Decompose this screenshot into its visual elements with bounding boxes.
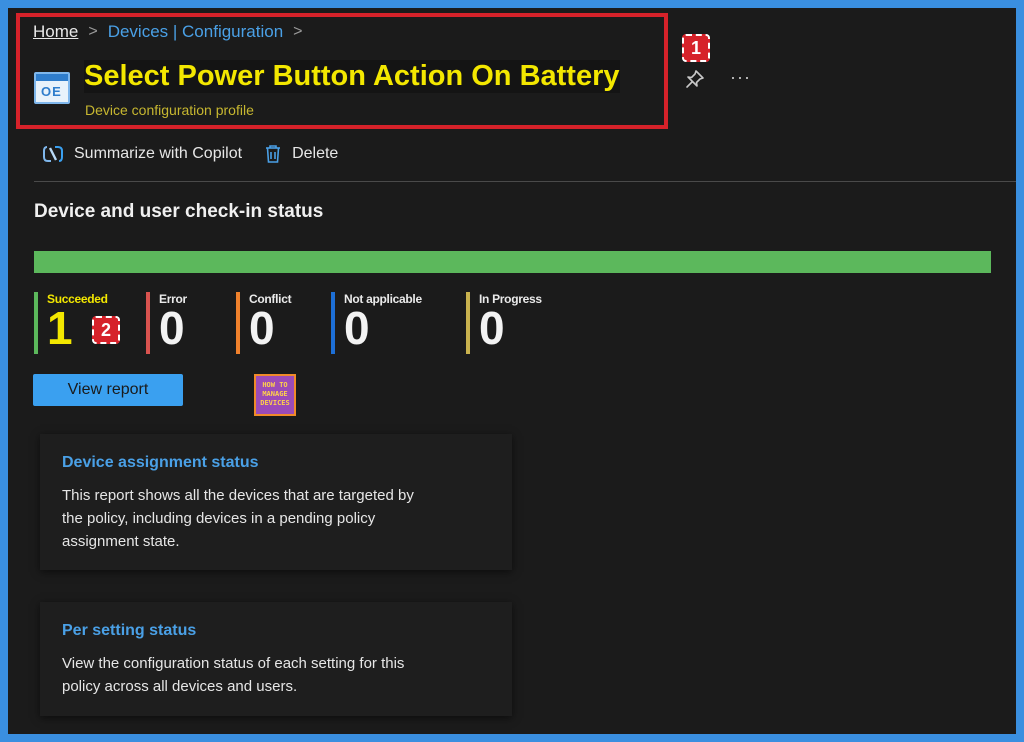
checkin-status-progress-fill — [34, 251, 991, 273]
breadcrumb: Home > Devices | Configuration > — [33, 22, 313, 42]
per-setting-status-card[interactable]: Per setting status View the configuratio… — [40, 602, 512, 716]
page-title: Select Power Button Action On Battery — [84, 60, 620, 93]
stat-count: 0 — [344, 302, 370, 354]
pin-icon[interactable] — [684, 68, 706, 90]
view-report-button[interactable]: View report — [33, 374, 183, 406]
card-title[interactable]: Device assignment status — [62, 454, 490, 472]
breadcrumb-devices-configuration-link[interactable]: Devices | Configuration — [108, 22, 283, 42]
card-description: View the configuration status of each se… — [62, 655, 405, 695]
annotation-badge-2: 2 — [92, 316, 120, 344]
toolbar-divider — [34, 181, 1016, 182]
stat-count: 0 — [249, 302, 275, 354]
checkin-status-heading: Device and user check-in status — [34, 201, 324, 222]
configuration-profile-pane: Home > Devices | Configuration > OE Sele… — [8, 8, 1016, 734]
card-title[interactable]: Per setting status — [62, 622, 490, 640]
configuration-profile-icon: OE — [34, 72, 70, 104]
summarize-with-copilot-button[interactable]: Summarize with Copilot — [42, 144, 242, 164]
stat-count: 0 — [479, 302, 505, 354]
breadcrumb-separator: > — [293, 23, 303, 40]
page-subtitle: Device configuration profile — [85, 102, 254, 118]
delete-button[interactable]: Delete — [264, 144, 338, 164]
device-assignment-status-card[interactable]: Device assignment status This report sho… — [40, 434, 512, 570]
more-options-icon[interactable]: ··· — [730, 67, 751, 88]
stat-conflict[interactable]: Conflict 0 — [236, 292, 292, 354]
breadcrumb-home-link[interactable]: Home — [33, 22, 78, 42]
annotation-badge-1: 1 — [682, 34, 710, 62]
delete-label: Delete — [292, 145, 339, 162]
stat-error[interactable]: Error 0 — [146, 292, 187, 354]
stat-not-applicable[interactable]: Not applicable 0 — [331, 292, 422, 354]
checkin-status-progress-bar — [34, 251, 991, 273]
trash-icon — [266, 145, 281, 163]
stat-in-progress[interactable]: In Progress 0 — [466, 292, 542, 354]
summarize-with-copilot-label: Summarize with Copilot — [74, 145, 243, 162]
stat-count: 0 — [159, 302, 185, 354]
breadcrumb-separator: > — [88, 23, 98, 40]
card-description: This report shows all the devices that a… — [62, 487, 414, 550]
command-bar: Summarize with Copilot Delete — [42, 144, 360, 164]
watermark-logo: HOW TO MANAGE DEVICES — [254, 374, 296, 416]
copilot-icon — [43, 146, 63, 162]
